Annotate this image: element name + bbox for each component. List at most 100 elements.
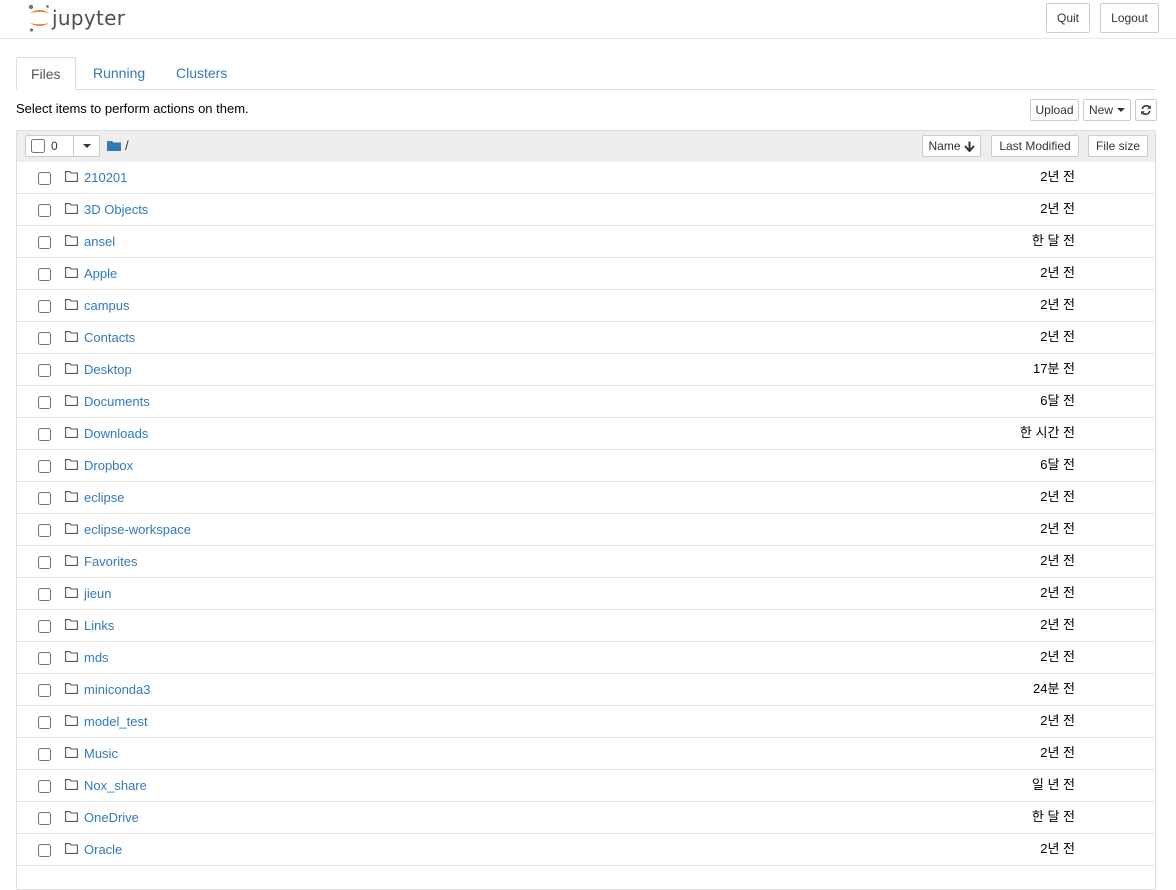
file-row-5[interactable]: Contacts 2년 전 <box>17 322 1155 354</box>
file-row-13[interactable]: jieun 2년 전 <box>17 578 1155 610</box>
folder-outline-icon <box>65 363 78 374</box>
file-row-10[interactable]: eclipse 2년 전 <box>17 482 1155 514</box>
new-button[interactable]: New <box>1083 99 1131 121</box>
file-row-16[interactable]: miniconda3 24분 전 <box>17 674 1155 706</box>
file-row-0[interactable]: 210201 2년 전 <box>17 162 1155 194</box>
file-row-7[interactable]: Documents 6달 전 <box>17 386 1155 418</box>
file-row-3[interactable]: Apple 2년 전 <box>17 258 1155 290</box>
item-last-modified: 2년 전 <box>1040 329 1075 344</box>
file-row-2[interactable]: ansel 한 달 전 <box>17 226 1155 258</box>
item-last-modified: 2년 전 <box>1040 169 1075 184</box>
folder-outline-icon <box>65 651 78 662</box>
item-checkbox[interactable] <box>38 620 51 633</box>
item-last-modified: 6달 전 <box>1040 393 1075 408</box>
file-row-1[interactable]: 3D Objects 2년 전 <box>17 194 1155 226</box>
quit-button[interactable]: Quit <box>1046 3 1090 33</box>
file-row-9[interactable]: Dropbox 6달 전 <box>17 450 1155 482</box>
item-name-link[interactable]: miniconda3 <box>84 682 151 698</box>
file-row-18[interactable]: Music 2년 전 <box>17 738 1155 770</box>
item-name-link[interactable]: eclipse <box>84 490 124 506</box>
item-name-link[interactable]: ansel <box>84 234 115 250</box>
item-name-link[interactable]: Apple <box>84 266 117 282</box>
item-checkbox[interactable] <box>38 332 51 345</box>
item-checkbox[interactable] <box>38 684 51 697</box>
refresh-button[interactable] <box>1135 99 1157 121</box>
item-name-link[interactable]: 210201 <box>84 170 127 186</box>
tab-files[interactable]: Files <box>16 57 76 90</box>
file-row-21[interactable]: Oracle 2년 전 <box>17 834 1155 866</box>
item-last-modified: 2년 전 <box>1040 713 1075 728</box>
folder-outline-icon <box>65 427 78 438</box>
folder-icon[interactable] <box>107 140 121 151</box>
item-checkbox[interactable] <box>38 396 51 409</box>
item-name-link[interactable]: jieun <box>84 586 111 602</box>
item-checkbox[interactable] <box>38 172 51 185</box>
item-checkbox[interactable] <box>38 460 51 473</box>
item-name-link[interactable]: Links <box>84 618 114 634</box>
folder-outline-icon <box>65 747 78 758</box>
item-checkbox[interactable] <box>38 844 51 857</box>
selection-hint: Select items to perform actions on them. <box>16 101 249 116</box>
item-checkbox[interactable] <box>38 780 51 793</box>
item-name-link[interactable]: Music <box>84 746 118 762</box>
file-row-6[interactable]: Desktop 17분 전 <box>17 354 1155 386</box>
item-checkbox[interactable] <box>38 492 51 505</box>
item-checkbox[interactable] <box>38 588 51 601</box>
caret-down-icon <box>83 144 91 148</box>
upload-button[interactable]: Upload <box>1030 99 1079 121</box>
file-row-20[interactable]: OneDrive 한 달 전 <box>17 802 1155 834</box>
folder-outline-icon <box>65 459 78 470</box>
item-name-link[interactable]: eclipse-workspace <box>84 522 191 538</box>
jupyter-logo[interactable]: jupyter <box>27 3 125 33</box>
folder-outline-icon <box>65 683 78 694</box>
file-row-4[interactable]: campus 2년 전 <box>17 290 1155 322</box>
sort-by-last-modified-button[interactable]: Last Modified <box>991 135 1079 157</box>
item-name-link[interactable]: campus <box>84 298 130 314</box>
item-checkbox[interactable] <box>38 716 51 729</box>
select-all-checkbox[interactable] <box>31 139 45 153</box>
item-name-link[interactable]: Contacts <box>84 330 135 346</box>
item-name-link[interactable]: mds <box>84 650 109 666</box>
item-checkbox[interactable] <box>38 556 51 569</box>
file-row-19[interactable]: Nox_share 일 년 전 <box>17 770 1155 802</box>
logout-button[interactable]: Logout <box>1100 3 1159 33</box>
item-checkbox[interactable] <box>38 364 51 377</box>
folder-outline-icon <box>65 171 78 182</box>
arrow-down-icon <box>963 141 975 152</box>
item-checkbox[interactable] <box>38 236 51 249</box>
item-checkbox[interactable] <box>38 268 51 281</box>
item-checkbox[interactable] <box>38 652 51 665</box>
file-row-17[interactable]: model_test 2년 전 <box>17 706 1155 738</box>
sort-by-name-button[interactable]: Name <box>922 135 981 157</box>
item-name-link[interactable]: Documents <box>84 394 150 410</box>
item-checkbox[interactable] <box>38 524 51 537</box>
item-last-modified: 2년 전 <box>1040 649 1075 664</box>
item-name-link[interactable]: Favorites <box>84 554 137 570</box>
item-name-link[interactable]: Desktop <box>84 362 132 378</box>
file-row-8[interactable]: Downloads 한 시간 전 <box>17 418 1155 450</box>
item-name-link[interactable]: OneDrive <box>84 810 139 826</box>
item-name-link[interactable]: Nox_share <box>84 778 147 794</box>
item-name-link[interactable]: Downloads <box>84 426 148 442</box>
tab-clusters[interactable]: Clusters <box>162 57 241 89</box>
item-checkbox[interactable] <box>38 428 51 441</box>
item-checkbox[interactable] <box>38 812 51 825</box>
file-row-15[interactable]: mds 2년 전 <box>17 642 1155 674</box>
select-dropdown-button[interactable] <box>73 135 100 157</box>
item-last-modified: 2년 전 <box>1040 297 1075 312</box>
file-row-12[interactable]: Favorites 2년 전 <box>17 546 1155 578</box>
caret-down-icon <box>1117 108 1125 112</box>
tab-running[interactable]: Running <box>79 57 159 89</box>
folder-outline-icon <box>65 587 78 598</box>
item-name-link[interactable]: Oracle <box>84 842 122 858</box>
item-name-link[interactable]: 3D Objects <box>84 202 148 218</box>
sort-by-file-size-button[interactable]: File size <box>1088 135 1148 157</box>
file-row-11[interactable]: eclipse-workspace 2년 전 <box>17 514 1155 546</box>
item-checkbox[interactable] <box>38 748 51 761</box>
file-row-14[interactable]: Links 2년 전 <box>17 610 1155 642</box>
item-name-link[interactable]: Dropbox <box>84 458 133 474</box>
item-checkbox[interactable] <box>38 204 51 217</box>
breadcrumb-root[interactable]: / <box>125 138 129 154</box>
item-checkbox[interactable] <box>38 300 51 313</box>
item-name-link[interactable]: model_test <box>84 714 148 730</box>
